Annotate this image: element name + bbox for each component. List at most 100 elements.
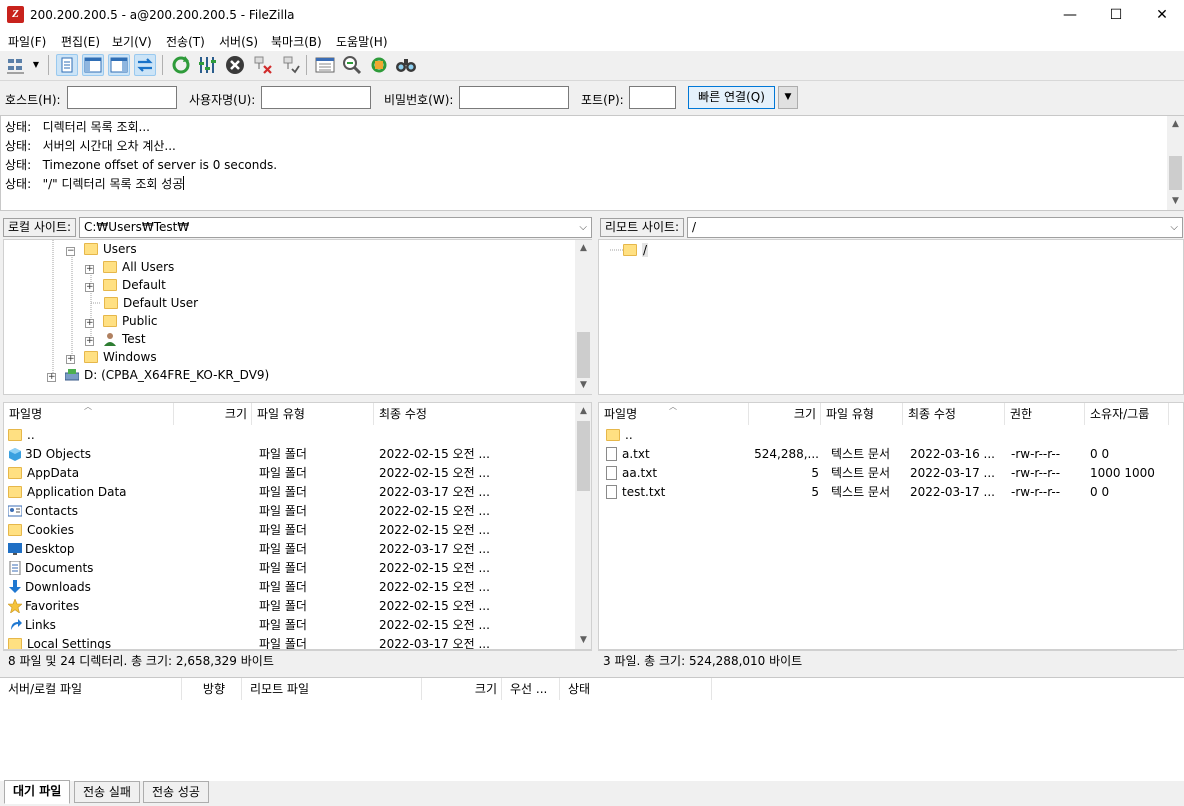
column-header-size[interactable]: 크기 bbox=[174, 403, 252, 425]
menu-view[interactable]: 보기(V) bbox=[112, 33, 152, 50]
local-file-row[interactable]: Cookies 파일 폴더 2022-02-15 오전 ... bbox=[4, 521, 575, 540]
column-header-modified[interactable]: 최종 수정 bbox=[374, 403, 576, 425]
process-queue-icon[interactable] bbox=[197, 54, 219, 76]
expand-icon[interactable]: + bbox=[85, 337, 94, 346]
remote-file-row[interactable]: test.txt 5 텍스트 문서 2022-03-17 ... -rw-r--r-- 0… bbox=[599, 483, 1183, 502]
log-scrollbar[interactable]: ▲ ▼ bbox=[1167, 116, 1184, 210]
local-file-row[interactable]: AppData 파일 폴더 2022-02-15 오전 ... bbox=[4, 464, 575, 483]
port-input[interactable] bbox=[629, 86, 676, 109]
tree-item-test[interactable]: + Test bbox=[85, 330, 146, 348]
chevron-down-icon[interactable]: ⌵ bbox=[1170, 218, 1178, 237]
tab-failed-transfers[interactable]: 전송 실패 bbox=[74, 781, 140, 803]
queue-header-size[interactable]: 크기 bbox=[422, 678, 502, 700]
local-tree-scrollbar[interactable]: ▲ ▼ bbox=[575, 240, 592, 394]
scroll-up-icon[interactable]: ▲ bbox=[575, 403, 591, 420]
local-file-row[interactable]: Documents 파일 폴더 2022-02-15 오전 ... bbox=[4, 559, 575, 578]
tree-item-default-user[interactable]: Default User bbox=[104, 294, 198, 312]
disconnect-icon[interactable] bbox=[252, 54, 274, 76]
local-file-row[interactable]: Desktop 파일 폴더 2022-03-17 오전 ... bbox=[4, 540, 575, 559]
scroll-down-icon[interactable]: ▼ bbox=[575, 377, 592, 394]
scroll-down-icon[interactable]: ▼ bbox=[575, 632, 591, 649]
maximize-button[interactable]: ☐ bbox=[1093, 0, 1139, 31]
site-manager-icon[interactable] bbox=[5, 54, 27, 76]
menu-edit[interactable]: 편집(E) bbox=[61, 33, 100, 50]
queue-header-direction[interactable]: 방향 bbox=[182, 678, 242, 700]
expand-icon[interactable]: + bbox=[85, 319, 94, 328]
tree-item-all-users[interactable]: + All Users bbox=[85, 258, 174, 276]
column-header-size[interactable]: 크기 bbox=[749, 403, 821, 425]
local-list-scroll-thumb[interactable] bbox=[577, 421, 590, 491]
menu-bookmarks[interactable]: 북마크(B) bbox=[271, 33, 322, 50]
tab-successful-transfers[interactable]: 전송 성공 bbox=[143, 781, 209, 803]
menu-file[interactable]: 파일(F) bbox=[8, 33, 46, 50]
tree-item-root[interactable]: / bbox=[623, 241, 649, 259]
file-name-cell: .. bbox=[606, 426, 746, 445]
local-file-row[interactable]: Local Settings 파일 폴더 2022-03-17 오전 ... bbox=[4, 635, 575, 649]
toggle-queue-icon[interactable] bbox=[134, 54, 156, 76]
local-file-row[interactable]: Links 파일 폴더 2022-02-15 오전 ... bbox=[4, 616, 575, 635]
local-file-row[interactable]: Downloads 파일 폴더 2022-02-15 오전 ... bbox=[4, 578, 575, 597]
log-scroll-thumb[interactable] bbox=[1169, 156, 1182, 190]
tree-item-public[interactable]: + Public bbox=[85, 312, 158, 330]
column-header-permissions[interactable]: 권한 bbox=[1005, 403, 1085, 425]
username-input[interactable] bbox=[261, 86, 371, 109]
local-path-combobox[interactable]: C:₩Users₩Test₩ ⌵ bbox=[79, 217, 592, 238]
close-button[interactable]: ✕ bbox=[1139, 0, 1184, 31]
collapse-icon[interactable]: − bbox=[66, 247, 75, 256]
menu-help[interactable]: 도움말(H) bbox=[336, 33, 388, 50]
toggle-remote-tree-icon[interactable] bbox=[108, 54, 130, 76]
scroll-up-icon[interactable]: ▲ bbox=[1167, 116, 1184, 133]
expand-icon[interactable]: + bbox=[85, 265, 94, 274]
remote-file-row[interactable]: a.txt 524,288,... 텍스트 문서 2022-03-16 ... -rw-… bbox=[599, 445, 1183, 464]
minimize-button[interactable]: — bbox=[1047, 0, 1093, 31]
cancel-operation-icon[interactable] bbox=[224, 54, 246, 76]
tree-item-users[interactable]: − Users bbox=[66, 240, 137, 258]
queue-header-remote-file[interactable]: 리모트 파일 bbox=[242, 678, 422, 700]
local-file-row[interactable]: Contacts 파일 폴더 2022-02-15 오전 ... bbox=[4, 502, 575, 521]
local-file-row[interactable]: Application Data 파일 폴더 2022-03-17 오전 ... bbox=[4, 483, 575, 502]
tree-item-default[interactable]: + Default bbox=[85, 276, 166, 294]
reconnect-icon[interactable] bbox=[279, 54, 301, 76]
expand-icon[interactable]: + bbox=[66, 355, 75, 364]
password-input[interactable] bbox=[459, 86, 569, 109]
host-input[interactable] bbox=[67, 86, 177, 109]
local-file-row[interactable]: 3D Objects 파일 폴더 2022-02-15 오전 ... bbox=[4, 445, 575, 464]
tree-item-drive-d[interactable]: + D: (CPBA_X64FRE_KO-KR_DV9) bbox=[47, 366, 269, 384]
expand-icon[interactable]: + bbox=[47, 373, 56, 382]
site-manager-dropdown-icon[interactable]: ▼ bbox=[30, 54, 42, 76]
local-file-row[interactable]: .. bbox=[4, 426, 575, 445]
remote-file-row[interactable]: aa.txt 5 텍스트 문서 2022-03-17 ... -rw-r--r-- 100… bbox=[599, 464, 1183, 483]
chevron-down-icon[interactable]: ⌵ bbox=[579, 218, 587, 237]
remote-path-combobox[interactable]: / ⌵ bbox=[687, 217, 1183, 238]
quickconnect-history-dropdown[interactable]: ▼ bbox=[778, 86, 798, 109]
column-header-modified[interactable]: 최종 수정 bbox=[903, 403, 1005, 425]
synchronized-browsing-icon[interactable] bbox=[368, 54, 390, 76]
refresh-icon[interactable] bbox=[170, 54, 192, 76]
remote-file-row[interactable]: .. bbox=[599, 426, 1183, 445]
tab-queued-files[interactable]: 대기 파일 bbox=[4, 780, 71, 804]
column-header-name[interactable]: 파일명 ︿ bbox=[599, 403, 749, 425]
local-list-scrollbar[interactable]: ▲ ▼ bbox=[575, 403, 591, 649]
expand-icon[interactable]: + bbox=[85, 283, 94, 292]
column-header-owner-group[interactable]: 소유자/그룹 bbox=[1085, 403, 1169, 425]
compare-directories-icon[interactable] bbox=[341, 54, 363, 76]
queue-header-priority[interactable]: 우선 ... bbox=[502, 678, 560, 700]
scroll-down-icon[interactable]: ▼ bbox=[1167, 193, 1184, 210]
toggle-log-icon[interactable] bbox=[56, 54, 78, 76]
quickconnect-button[interactable]: 빠른 연결(Q) bbox=[688, 86, 775, 109]
local-tree-scroll-thumb[interactable] bbox=[577, 332, 590, 378]
scroll-up-icon[interactable]: ▲ bbox=[575, 240, 592, 257]
column-header-name[interactable]: 파일명 ︿ bbox=[4, 403, 174, 425]
queue-header-status[interactable]: 상태 bbox=[560, 678, 712, 700]
column-header-type[interactable]: 파일 유형 bbox=[821, 403, 903, 425]
column-header-type[interactable]: 파일 유형 bbox=[252, 403, 374, 425]
menu-transfer[interactable]: 전송(T) bbox=[166, 33, 205, 50]
local-file-row[interactable]: Favorites 파일 폴더 2022-02-15 오전 ... bbox=[4, 597, 575, 616]
menu-server[interactable]: 서버(S) bbox=[219, 33, 258, 50]
search-files-icon[interactable] bbox=[395, 54, 417, 76]
title-bar: Z 200.200.200.5 - a@200.200.200.5 - File… bbox=[0, 0, 1184, 31]
toggle-local-tree-icon[interactable] bbox=[82, 54, 104, 76]
tree-item-windows[interactable]: + Windows bbox=[66, 348, 157, 366]
directory-listing-filter-icon[interactable] bbox=[314, 54, 336, 76]
queue-header-local-file[interactable]: 서버/로컬 파일 bbox=[0, 678, 182, 700]
